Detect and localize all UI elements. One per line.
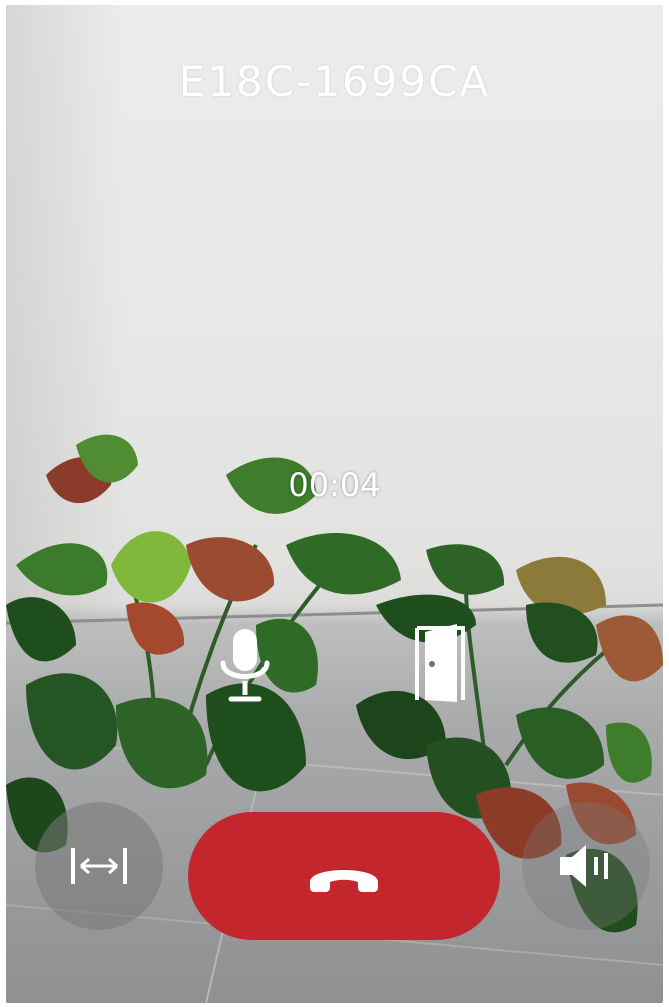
call-timer: 00:04 bbox=[288, 466, 381, 504]
device-id-title: E18C-1699CA bbox=[178, 57, 491, 106]
microphone-icon bbox=[220, 629, 270, 702]
microphone-button[interactable] bbox=[214, 620, 276, 710]
fit-screen-button[interactable] bbox=[35, 802, 163, 930]
phone-hangup-icon bbox=[310, 870, 378, 892]
speaker-icon bbox=[560, 845, 608, 887]
hang-up-button[interactable] bbox=[188, 812, 500, 940]
fit-width-icon bbox=[71, 848, 127, 884]
unlock-door-button[interactable] bbox=[410, 618, 472, 708]
speaker-button[interactable] bbox=[522, 802, 650, 930]
door-icon bbox=[415, 624, 465, 702]
